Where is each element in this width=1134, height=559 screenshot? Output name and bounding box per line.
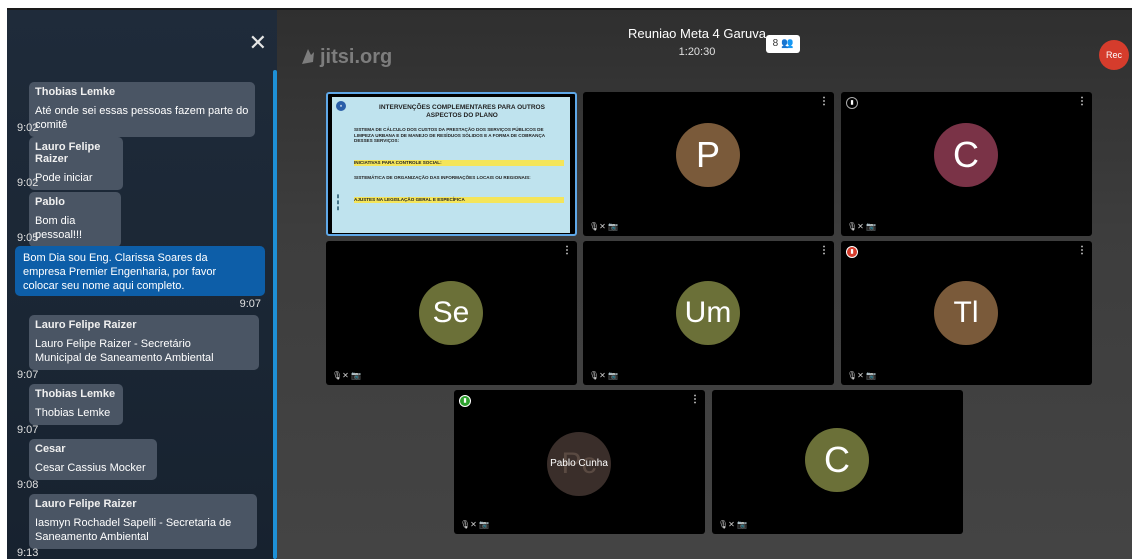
participant-name: Pablo Cunha (550, 458, 608, 469)
slide-row: SISTEMA DE CÁLCULO DOS CUSTOS DA PRESTAÇ… (354, 127, 545, 143)
avatar: C (934, 123, 998, 187)
muted-icon: 🎙✕ 📷 (847, 371, 877, 380)
muted-icon: 🎙✕ 📷 (460, 520, 490, 529)
muted-icon: 🎙✕ 📷 (847, 222, 877, 231)
message-time: 9:08 (17, 479, 39, 491)
chat-message: Lauro Felipe Raizer Pode iniciar (29, 137, 123, 190)
avatar: Tl (934, 281, 998, 345)
jitsi-meeting-window: ✕ Thobias Lemke Até onde sei essas pesso… (7, 8, 1132, 559)
participant-count: 8 (772, 38, 779, 49)
video-tile[interactable]: P ⋮ 🎙✕ 📷 (583, 92, 834, 236)
meeting-timer: 1:20:30 (678, 46, 716, 58)
more-options-icon[interactable]: ⋮ (562, 246, 572, 256)
message-text: Bom dia pessoal!!! (35, 215, 83, 241)
message-text: Iasmyn Rochadel Sapelli - Secretaria de … (35, 517, 232, 543)
message-sender: Lauro Felipe Raizer (35, 498, 137, 510)
more-options-icon[interactable]: ⋮ (819, 246, 829, 256)
chat-message: Thobias Lemke Até onde sei essas pessoas… (29, 82, 255, 137)
participants-icon: 👥 (780, 38, 794, 49)
video-tile[interactable]: ▮ Pc Pablo Cunha ⋮ 🎙✕ 📷 (454, 390, 705, 534)
video-tile[interactable]: Um ⋮ 🎙✕ 📷 (583, 241, 834, 385)
shared-slide: ♦ ▮▮▮ INTERVENÇÕES COMPLEMENTARES PARA O… (332, 97, 570, 233)
video-stage: jitsi.org Reuniao Meta 4 Garuva 1:20:30 … (277, 10, 1132, 559)
chat-message: Cesar Cesar Cassius Mocker (29, 439, 157, 480)
message-time: 9:07 (17, 424, 39, 436)
message-text: Cesar Cassius Mocker (35, 462, 146, 474)
more-options-icon[interactable]: ⋮ (819, 97, 829, 107)
message-sender: Cesar (35, 443, 66, 455)
message-text: Thobias Lemke (35, 407, 111, 419)
chat-message: Lauro Felipe Raizer Iasmyn Rochadel Sape… (29, 494, 257, 549)
video-tile[interactable]: ▮ Tl ⋮ 🎙✕ 📷 (841, 241, 1092, 385)
message-time: 9:05 (17, 232, 39, 244)
chat-panel: ✕ Thobias Lemke Até onde sei essas pesso… (7, 10, 277, 559)
message-sender: Pablo (35, 196, 65, 208)
slide-title: INTERVENÇÕES COMPLEMENTARES PARA OUTROS … (379, 104, 545, 119)
slide-logo-icon: ♦ (336, 101, 346, 111)
video-tile[interactable]: C 🎙✕ 📷 (712, 390, 963, 534)
muted-icon: 🎙✕ 📷 (332, 371, 362, 380)
close-chat-icon[interactable]: ✕ (249, 32, 267, 54)
slide-sidebar: ▮▮▮ (335, 193, 341, 211)
avatar: Um (676, 281, 740, 345)
meeting-title: Reuniao Meta 4 Garuva (627, 26, 767, 41)
chat-message: Thobias Lemke Thobias Lemke (29, 384, 123, 425)
message-time: 9:02 (17, 177, 39, 189)
chat-message: Pablo Bom dia pessoal!!! (29, 192, 121, 247)
slide-row: SISTEMÁTICA DE ORGANIZAÇÃO DAS INFORMAÇÕ… (354, 175, 531, 180)
message-time: 9:13 (17, 547, 39, 559)
muted-icon: 🎙✕ 📷 (718, 520, 748, 529)
more-options-icon[interactable]: ⋮ (1077, 97, 1087, 107)
message-text: Lauro Felipe Raizer - Secretário Municip… (35, 338, 214, 364)
muted-icon: 🎙✕ 📷 (589, 371, 619, 380)
message-sender: Thobias Lemke (35, 86, 116, 98)
avatar: P (676, 123, 740, 187)
connection-indicator-icon[interactable]: ▮ (459, 395, 471, 407)
muted-icon: 🎙✕ 📷 (589, 222, 619, 231)
jitsi-logo-icon (302, 49, 314, 64)
more-options-icon[interactable]: ⋮ (690, 395, 700, 405)
message-sender: Lauro Felipe Raizer (35, 141, 101, 165)
jitsi-logo[interactable]: jitsi.org (299, 46, 392, 69)
video-tile[interactable]: ▮ C ⋮ 🎙✕ 📷 (841, 92, 1092, 236)
message-sender: Thobias Lemke (35, 388, 116, 400)
participant-count-badge[interactable]: 8 👥 (766, 35, 800, 53)
chat-message: Lauro Felipe Raizer Lauro Felipe Raizer … (29, 315, 259, 370)
logo-text: jitsi.org (320, 46, 393, 68)
message-text: Bom Dia sou Eng. Clarissa Soares da empr… (23, 252, 217, 292)
own-chat-message: Bom Dia sou Eng. Clarissa Soares da empr… (15, 246, 265, 310)
avatar: C (805, 428, 869, 492)
recording-badge: Rec (1099, 40, 1129, 70)
message-time: 9:02 (17, 122, 39, 134)
slide-row: AJUSTES NA LEGISLAÇÃO GERAL E ESPECÍFICA (354, 197, 564, 203)
slide-row: INICIATIVAS PARA CONTROLE SOCIAL: (354, 160, 564, 166)
video-tile[interactable]: Se ⋮ 🎙✕ 📷 (326, 241, 577, 385)
connection-indicator-icon[interactable]: ▮ (846, 97, 858, 109)
more-options-icon[interactable]: ⋮ (1077, 246, 1087, 256)
message-text: Pode iniciar (35, 172, 93, 184)
message-time: 9:07 (239, 298, 261, 310)
message-sender: Lauro Felipe Raizer (35, 319, 137, 331)
message-text: Até onde sei essas pessoas fazem parte d… (35, 105, 249, 131)
connection-indicator-icon[interactable]: ▮ (846, 246, 858, 258)
avatar: Se (419, 281, 483, 345)
message-time: 9:07 (17, 369, 39, 381)
shared-screen-tile[interactable]: ♦ ▮▮▮ INTERVENÇÕES COMPLEMENTARES PARA O… (326, 92, 577, 236)
